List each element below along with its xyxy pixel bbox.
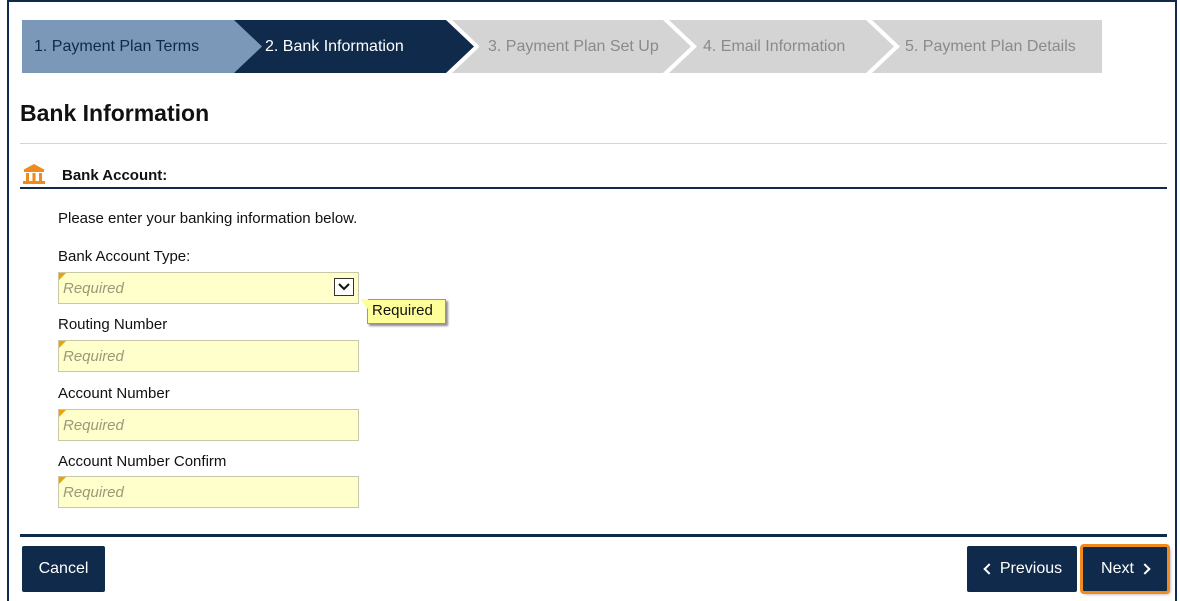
wizard-step-label: 1. Payment Plan Terms — [34, 37, 200, 55]
account-number-confirm-input[interactable]: Required — [58, 476, 359, 508]
wizard-step-bank-information[interactable]: 2. Bank Information — [228, 20, 480, 73]
wizard-step-payment-plan-details: 5. Payment Plan Details — [870, 20, 1102, 73]
cancel-button[interactable]: Cancel — [22, 546, 105, 592]
section-label: Bank Account: — [62, 167, 168, 184]
footer-divider — [20, 534, 1167, 537]
account-number-confirm-label: Account Number Confirm — [58, 453, 227, 470]
routing-number-label: Routing Number — [58, 316, 168, 333]
wizard-step-label: 2. Bank Information — [265, 37, 404, 55]
account-number-label: Account Number — [58, 385, 170, 402]
required-tooltip: Required — [360, 299, 446, 324]
account-number-input[interactable]: Required — [58, 409, 359, 441]
wizard-step-payment-plan-set-up: 3. Payment Plan Set Up — [450, 20, 695, 73]
account-type-select[interactable]: Required — [58, 272, 359, 304]
wizard-step-label: 5. Payment Plan Details — [905, 37, 1076, 55]
placeholder: Required — [63, 280, 124, 297]
placeholder: Required — [63, 417, 124, 434]
cancel-label: Cancel — [38, 560, 89, 577]
wizard-step-label: 4. Email Information — [703, 37, 846, 55]
chevron-down-icon[interactable] — [334, 278, 354, 296]
previous-label: Previous — [999, 560, 1063, 577]
chevron-right-icon — [1139, 563, 1151, 575]
divider — [20, 143, 1167, 144]
section-header: Bank Account: — [20, 163, 1167, 189]
previous-button[interactable]: Previous — [967, 546, 1077, 592]
placeholder: Required — [63, 348, 124, 365]
routing-number-input[interactable]: Required — [58, 340, 359, 372]
wizard-steps: 1. Payment Plan Terms 2. Bank Informatio… — [22, 20, 1102, 73]
chevron-left-icon — [983, 563, 995, 575]
next-button[interactable]: Next — [1080, 544, 1170, 594]
account-type-label: Bank Account Type: — [58, 248, 191, 265]
next-label: Next — [1101, 560, 1134, 577]
wizard-step-label: 3. Payment Plan Set Up — [488, 37, 659, 55]
bank-icon — [23, 164, 45, 184]
wizard-step-email-information: 4. Email Information — [667, 20, 902, 73]
wizard-step-payment-plan-terms[interactable]: 1. Payment Plan Terms — [22, 20, 262, 73]
page-title: Bank Information — [20, 100, 210, 126]
intro-text: Please enter your banking information be… — [58, 210, 358, 227]
placeholder: Required — [63, 484, 124, 501]
